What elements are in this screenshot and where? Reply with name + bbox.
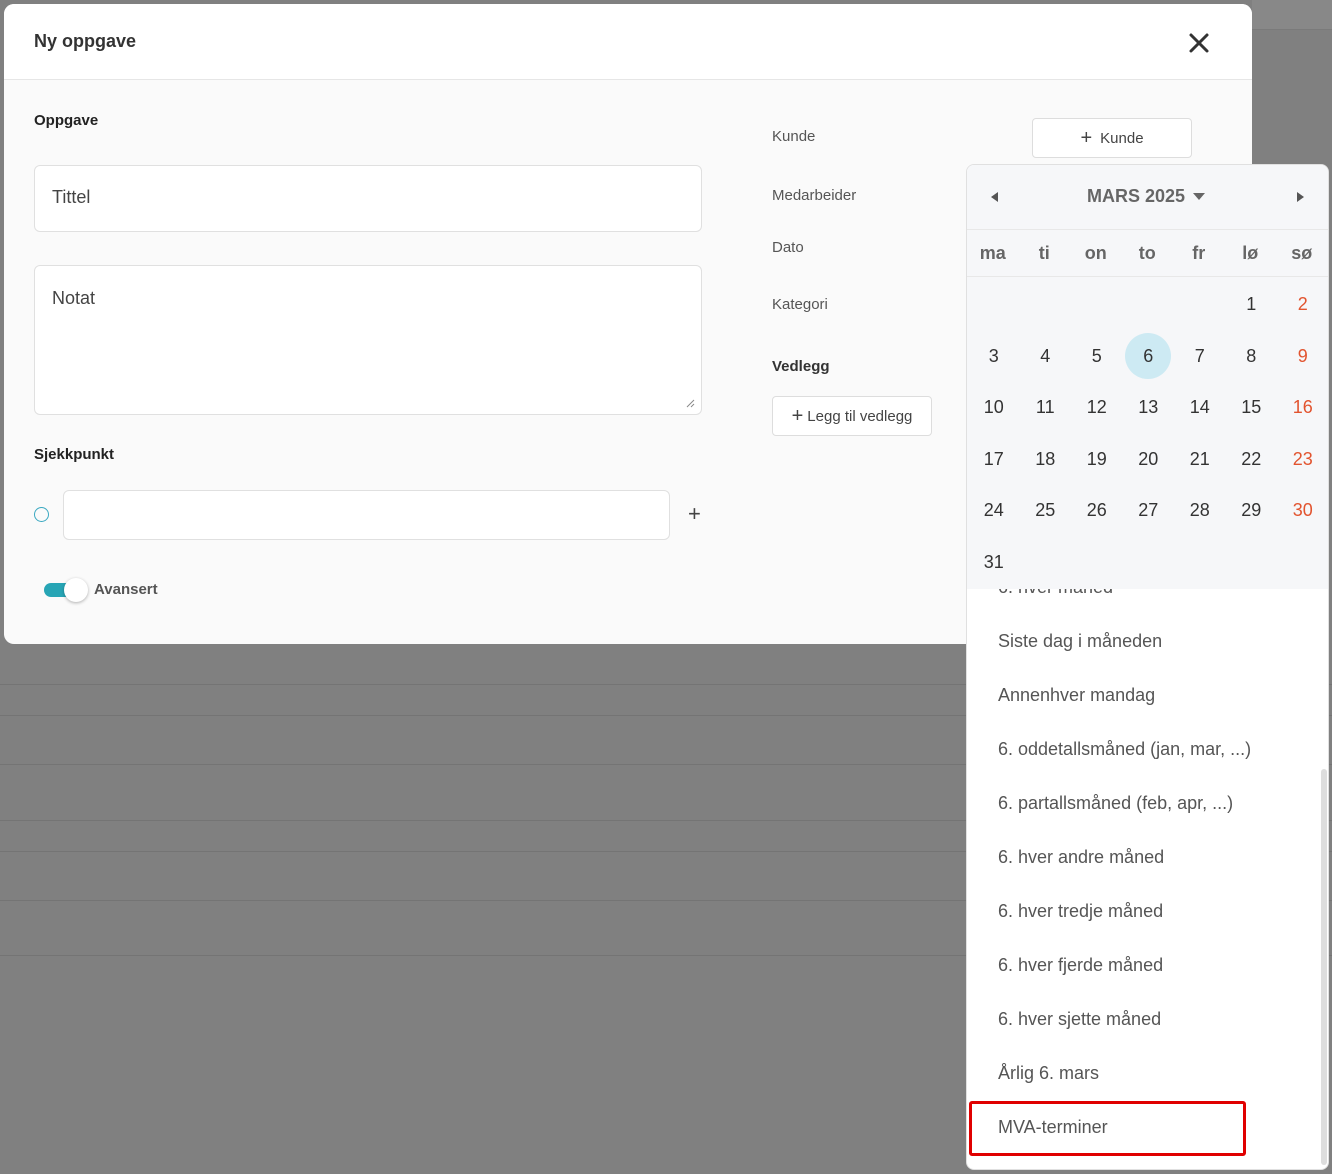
calendar-day-31[interactable]: 31: [971, 539, 1017, 585]
add-customer-button[interactable]: + Kunde: [1032, 118, 1192, 158]
next-month-icon[interactable]: [1292, 189, 1308, 205]
calendar-day-17[interactable]: 17: [971, 436, 1017, 482]
employee-label: Medarbeider: [772, 187, 857, 204]
recurrence-option[interactable]: Årlig 6. mars: [998, 1063, 1099, 1084]
weekday-sø: sø: [1291, 243, 1313, 263]
attachment-label: Vedlegg: [772, 358, 830, 375]
calendar-day-15[interactable]: 15: [1228, 384, 1274, 430]
weekday-to: to: [1138, 243, 1156, 263]
calendar-day-12[interactable]: 12: [1074, 384, 1120, 430]
weekday-ti: ti: [1038, 243, 1050, 263]
calendar-day-9[interactable]: 9: [1280, 333, 1326, 379]
add-customer-label: Kunde: [1100, 129, 1144, 147]
calendar-header: MARS 2025: [967, 165, 1328, 229]
resize-handle-icon[interactable]: [685, 398, 695, 408]
task-section-label: Oppgave: [34, 112, 99, 129]
weekday-fr: fr: [1192, 243, 1206, 263]
calendar-day-23[interactable]: 23: [1280, 436, 1326, 482]
calendar-day-7[interactable]: 7: [1177, 333, 1223, 379]
add-attachment-button[interactable]: + Legg til vedlegg: [772, 396, 932, 436]
close-button[interactable]: [1184, 28, 1214, 58]
month-selector[interactable]: MARS 2025: [1087, 186, 1206, 207]
calendar-day-27[interactable]: 27: [1125, 487, 1171, 533]
recurrence-option[interactable]: 6. hver andre måned: [998, 847, 1164, 868]
close-icon: [1189, 33, 1209, 53]
background-header-strip: [1252, 0, 1332, 30]
toggle-knob: [64, 578, 88, 602]
plus-icon: +: [1080, 127, 1093, 149]
date-picker-dropdown: 6. hver månedSiste dag i månedenAnnenhve…: [966, 164, 1329, 1170]
calendar-day-1[interactable]: 1: [1228, 281, 1274, 327]
calendar-day-14[interactable]: 14: [1177, 384, 1223, 430]
checkpoint-section-label: Sjekkpunkt: [34, 446, 115, 463]
calendar-day-2[interactable]: 2: [1280, 281, 1326, 327]
title-input[interactable]: Tittel: [34, 165, 702, 232]
advanced-label: Avansert: [94, 581, 158, 598]
options-scrollbar[interactable]: [1321, 769, 1327, 1165]
weekday-on: on: [1084, 243, 1107, 263]
weekday-ma: ma: [979, 243, 1006, 263]
weekday-lø: lø: [1242, 243, 1259, 263]
recurrence-option[interactable]: Annenhver mandag: [998, 685, 1155, 706]
calendar-day-30[interactable]: 30: [1280, 487, 1326, 533]
calendar-day-25[interactable]: 25: [1022, 487, 1068, 533]
recurrence-option[interactable]: 6. oddetallsmåned (jan, mar, ...): [998, 739, 1251, 760]
caret-down-icon: [1193, 193, 1206, 200]
plus-icon: +: [791, 405, 804, 427]
weekday-header-row: ma ti on to fr lø sø: [967, 229, 1328, 277]
calendar-day-10[interactable]: 10: [971, 384, 1017, 430]
checkpoint-circle-icon[interactable]: [34, 507, 49, 522]
calendar-day-3[interactable]: 3: [971, 333, 1017, 379]
calendar-day-4[interactable]: 4: [1022, 333, 1068, 379]
calendar-day-26[interactable]: 26: [1074, 487, 1120, 533]
month-label: MARS 2025: [1087, 186, 1186, 206]
note-placeholder: Notat: [52, 288, 96, 308]
calendar-day-22[interactable]: 22: [1228, 436, 1274, 482]
calendar-day-21[interactable]: 21: [1177, 436, 1223, 482]
calendar-day-28[interactable]: 28: [1177, 487, 1223, 533]
calendar-day-16[interactable]: 16: [1280, 384, 1326, 430]
add-checkpoint-button[interactable]: +: [688, 503, 701, 525]
calendar-day-19[interactable]: 19: [1074, 436, 1120, 482]
recurrence-option[interactable]: MVA-terminer: [998, 1117, 1108, 1138]
calendar-day-8[interactable]: 8: [1228, 333, 1274, 379]
add-attachment-label: Legg til vedlegg: [807, 407, 913, 425]
advanced-toggle[interactable]: [44, 578, 88, 602]
calendar-day-29[interactable]: 29: [1228, 487, 1274, 533]
recurrence-option[interactable]: Siste dag i måneden: [998, 631, 1162, 652]
calendar: MARS 2025 ma ti on to fr lø sø 1 2 3 4 5 6 7 8 9 10 11 12…: [967, 165, 1328, 589]
modal-header: Ny oppgave: [4, 4, 1252, 80]
note-textarea[interactable]: Notat: [34, 265, 702, 415]
recurrence-option[interactable]: 6. hver tredje måned: [998, 901, 1163, 922]
recurrence-option[interactable]: 6. hver fjerde måned: [998, 955, 1163, 976]
calendar-day-20[interactable]: 20: [1125, 436, 1171, 482]
calendar-day-5[interactable]: 5: [1074, 333, 1120, 379]
calendar-day-24[interactable]: 24: [971, 487, 1017, 533]
customer-label: Kunde: [772, 128, 816, 145]
category-label: Kategori: [772, 296, 828, 313]
calendar-day-13[interactable]: 13: [1125, 384, 1171, 430]
modal-title: Ny oppgave: [34, 31, 137, 51]
checkpoint-input[interactable]: [63, 490, 670, 540]
date-label: Dato: [772, 239, 804, 256]
recurrence-option[interactable]: 6. hver sjette måned: [998, 1009, 1161, 1030]
recurrence-option[interactable]: 6. partallsmåned (feb, apr, ...): [998, 793, 1233, 814]
calendar-day-6[interactable]: 6: [1125, 332, 1172, 379]
title-placeholder: Tittel: [52, 187, 91, 207]
calendar-day-11[interactable]: 11: [1022, 384, 1068, 430]
previous-month-icon[interactable]: [987, 189, 1003, 205]
calendar-day-18[interactable]: 18: [1022, 436, 1068, 482]
